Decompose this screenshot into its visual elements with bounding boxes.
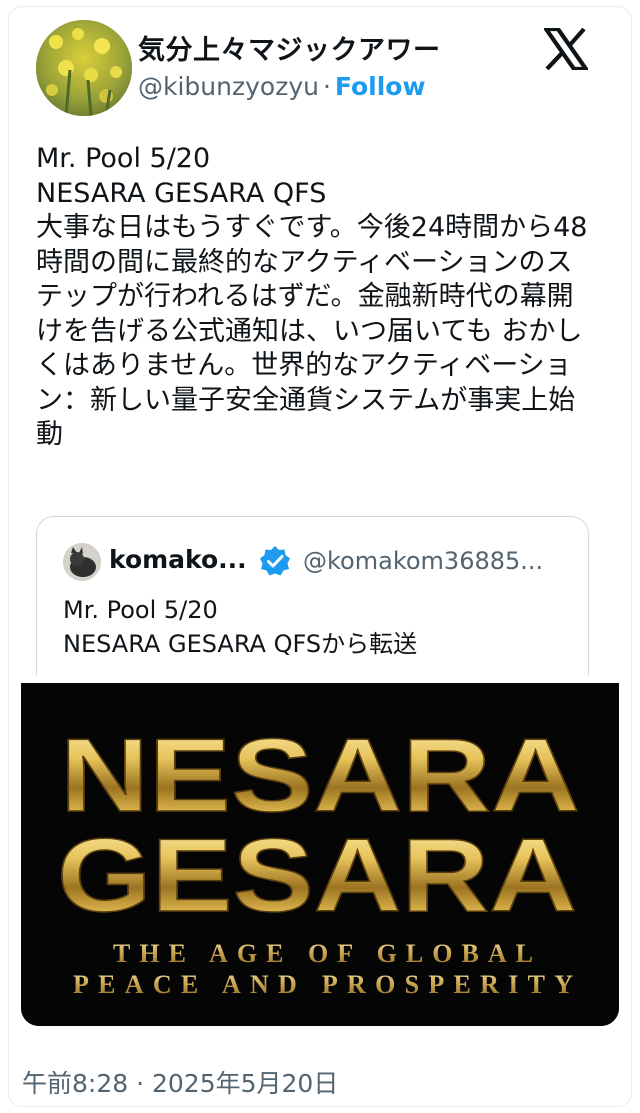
verified-badge-icon <box>259 545 291 577</box>
quoted-author-name: komako... <box>109 545 247 574</box>
quoted-tweet-text: Mr. Pool 5/20 NESARA GESARA QFSから転送 <box>63 596 418 658</box>
x-logo-icon[interactable] <box>541 26 591 72</box>
author-handle[interactable]: @kibunzyozyu <box>138 72 319 101</box>
quoted-author-avatar <box>63 543 101 581</box>
quoted-author-handle: @komakom36885... <box>303 547 544 575</box>
quoted-tweet[interactable]: komako... @komakom36885... Mr. Pool 5/20… <box>36 516 589 676</box>
author-handle-row: @kibunzyozyu · Follow <box>138 72 426 101</box>
banner-title-line-1: NESARA <box>60 718 580 834</box>
nesara-gesara-banner-image[interactable]: NESARA GESARA THE AGE OF GLOBAL PEACE AN… <box>21 683 619 1026</box>
separator-dot: · <box>322 72 331 101</box>
author-display-name[interactable]: 気分上々マジックアワー <box>138 28 441 67</box>
banner-title-line-2: GESARA <box>57 818 577 934</box>
author-avatar[interactable] <box>36 20 132 116</box>
follow-button[interactable]: Follow <box>335 72 426 101</box>
tweet-body-text: Mr. Pool 5/20 NESARA GESARA QFS 大事な日はもうす… <box>36 143 588 450</box>
tweet-timestamp[interactable]: 午前8:28 · 2025年5月20日 <box>22 1064 338 1100</box>
banner-tagline-line-1: THE AGE OF GLOBAL <box>113 939 533 968</box>
